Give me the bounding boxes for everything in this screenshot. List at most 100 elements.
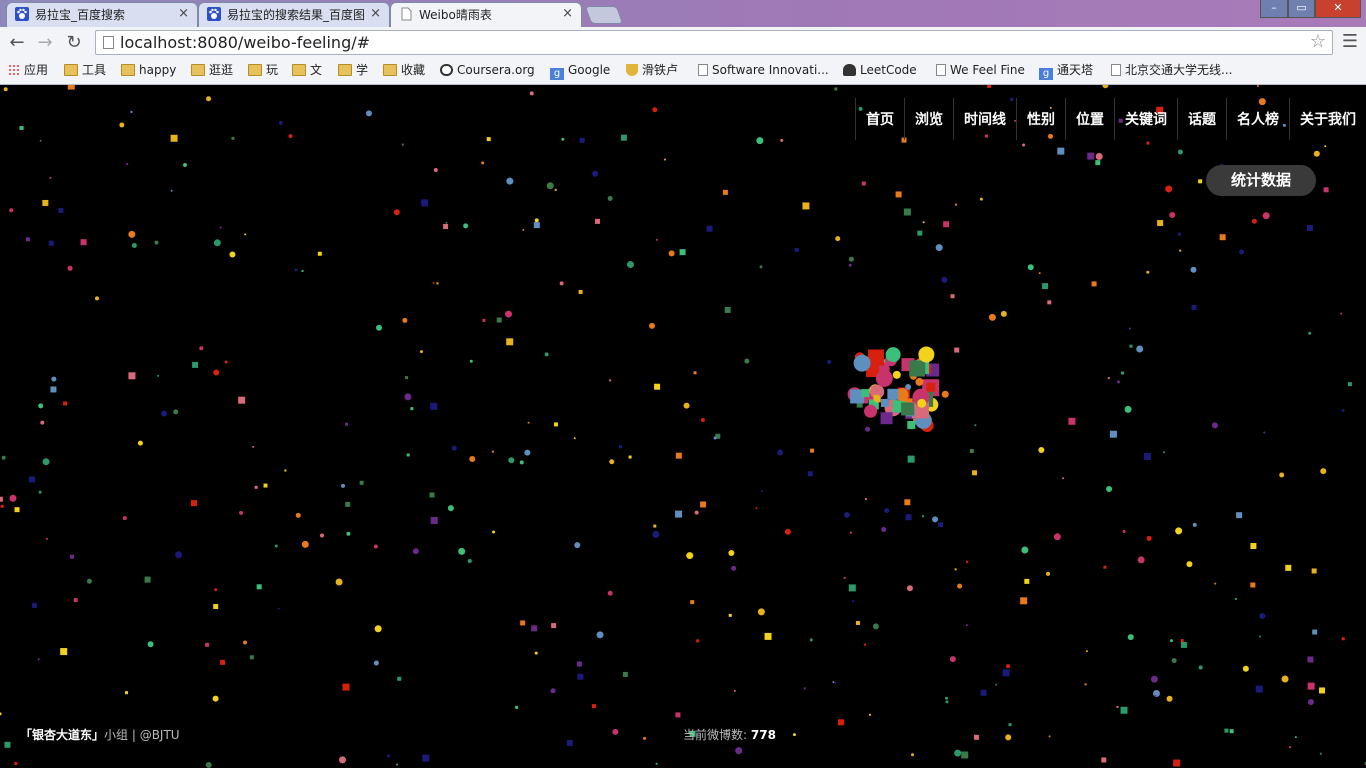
mood-particle	[144, 576, 151, 583]
bookmark-bjtu-wireless[interactable]: 北京交通大学无线...	[1111, 63, 1232, 81]
mood-particle	[881, 527, 887, 533]
bookmark-apps[interactable]: 应用	[8, 63, 48, 81]
close-window-button[interactable]: ✕	[1315, 0, 1361, 18]
bookmark-we-feel-fine[interactable]: We Feel Fine	[936, 63, 1025, 81]
statistics-button[interactable]: 统计数据	[1206, 165, 1316, 196]
mood-particle	[1311, 568, 1317, 574]
mood-particle	[492, 530, 496, 534]
mood-particle	[884, 508, 890, 514]
tab-weibo[interactable]: Weibo晴雨表 ×	[390, 2, 582, 27]
mood-particle	[1062, 477, 1065, 480]
mood-particle	[755, 507, 758, 510]
address-bar[interactable]: localhost:8080/weibo-feeling/# ☆	[95, 30, 1333, 55]
bookmark-folder-favorites[interactable]: 收藏	[383, 63, 425, 81]
mood-particle	[338, 756, 346, 764]
nav-topics[interactable]: 话题	[1177, 98, 1226, 140]
folder-icon	[64, 64, 78, 76]
mood-particle	[668, 250, 675, 257]
nav-timeline[interactable]: 时间线	[953, 98, 1016, 140]
mood-particle	[94, 296, 99, 301]
mood-particle	[60, 648, 68, 656]
tab-close-icon[interactable]: ×	[370, 3, 381, 25]
bookmark-label: Coursera.org	[457, 63, 535, 77]
mood-particle	[954, 568, 957, 571]
mood-particle	[295, 512, 301, 518]
minimize-button[interactable]: –	[1260, 0, 1288, 18]
mood-particle	[1224, 728, 1229, 733]
mood-particle	[506, 177, 514, 185]
mood-particle	[393, 209, 400, 216]
mood-particle	[744, 358, 750, 364]
mood-particle	[622, 671, 628, 677]
mood-particle	[1250, 543, 1257, 550]
bookmark-leetcode[interactable]: LeetCode	[843, 63, 917, 81]
maximize-button[interactable]: ▭	[1288, 0, 1315, 18]
mood-particle	[941, 276, 948, 283]
tab-close-icon[interactable]: ×	[562, 3, 573, 25]
mood-particle	[965, 560, 968, 563]
nav-keywords[interactable]: 关键词	[1114, 98, 1177, 140]
mood-particle	[832, 681, 835, 684]
mood-particle	[410, 407, 414, 411]
tab-baidu-search[interactable]: 易拉宝_百度搜索 ×	[6, 2, 198, 27]
tab-baidu-images[interactable]: 易拉宝的搜索结果_百度图 ×	[198, 2, 390, 27]
bookmark-folder-happy[interactable]: happy	[121, 63, 176, 81]
nav-browse[interactable]: 浏览	[904, 98, 953, 140]
mood-particle	[957, 583, 963, 589]
nav-home[interactable]: 首页	[855, 98, 904, 140]
mood-particle	[1128, 327, 1131, 330]
mood-particle	[1289, 746, 1292, 749]
bookmark-folder-browse[interactable]: 逛逛	[191, 63, 233, 81]
mood-particle	[553, 422, 558, 427]
weibo-counter: 当前微博数: 778	[683, 726, 776, 743]
bookmark-coursera[interactable]: Coursera.org	[440, 63, 535, 81]
mood-particle	[1005, 734, 1012, 741]
bookmark-folder-study[interactable]: 学	[338, 63, 368, 81]
mood-particle	[1137, 556, 1145, 564]
nav-celebrities[interactable]: 名人榜	[1226, 98, 1289, 140]
nav-about[interactable]: 关于我们	[1289, 98, 1366, 140]
mood-particle	[559, 281, 564, 286]
mood-particle	[341, 483, 346, 488]
mood-particle	[1341, 409, 1345, 413]
mood-particle	[780, 138, 784, 142]
mood-particle	[40, 420, 45, 425]
bookmark-waterloo[interactable]: 滑铁卢	[626, 63, 678, 81]
nav-gender[interactable]: 性别	[1016, 98, 1065, 140]
mood-particle	[1307, 656, 1314, 663]
mood-particle	[1175, 527, 1183, 535]
mood-particle	[607, 590, 613, 596]
bookmark-folder-play[interactable]: 玩	[248, 63, 278, 81]
mood-particle	[1234, 597, 1237, 600]
mood-particle	[1180, 639, 1184, 643]
bookmark-folder-tools[interactable]: 工具	[64, 63, 106, 81]
back-button[interactable]: ←	[6, 32, 28, 54]
apps-grid-icon	[8, 64, 20, 76]
mood-particle	[14, 507, 20, 513]
new-tab-button[interactable]	[584, 6, 624, 24]
menu-icon[interactable]: ☰	[1342, 31, 1358, 52]
mood-particle	[38, 490, 42, 494]
bookmark-folder-text[interactable]: 文	[292, 63, 322, 81]
mood-particle	[579, 137, 585, 143]
mood-particle	[1146, 141, 1150, 145]
tab-close-icon[interactable]: ×	[178, 3, 189, 25]
mood-particle	[1341, 637, 1345, 641]
forward-button[interactable]: →	[34, 32, 56, 54]
bookmark-google[interactable]: g Google	[550, 63, 610, 81]
nav-location[interactable]: 位置	[1065, 98, 1114, 140]
url-text[interactable]: localhost:8080/weibo-feeling/#	[120, 33, 370, 52]
mood-particle	[1024, 578, 1030, 584]
mood-particle	[0, 504, 4, 508]
bookmark-star-icon[interactable]: ☆	[1310, 31, 1326, 52]
mood-particle	[1129, 344, 1133, 348]
mood-particle	[14, 761, 18, 765]
bookmark-tongtianta[interactable]: g 通天塔	[1039, 63, 1093, 81]
mood-particle	[1038, 272, 1041, 275]
bookmark-software-innovation[interactable]: Software Innovati...	[698, 63, 829, 81]
mood-particle	[619, 445, 623, 449]
browser-toolbar: ← → ↻ localhost:8080/weibo-feeling/# ☆ ☰	[0, 27, 1366, 58]
reload-button[interactable]: ↻	[63, 32, 85, 54]
mood-particle	[1008, 723, 1012, 727]
mood-particle	[1127, 634, 1134, 641]
